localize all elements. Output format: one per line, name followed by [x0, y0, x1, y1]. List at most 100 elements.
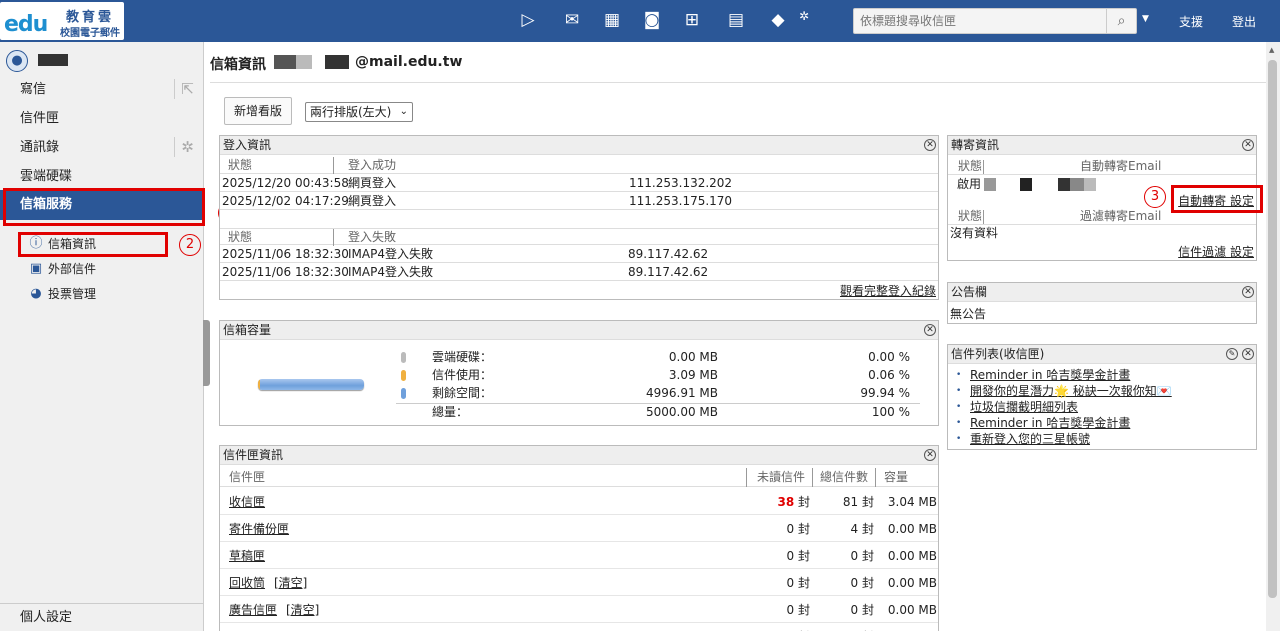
mail-filter-settings-link[interactable]: 信件過濾 設定	[1178, 243, 1254, 260]
avatar[interactable]: ●	[6, 50, 28, 72]
settings-gear-icon[interactable]: ✲	[174, 137, 194, 157]
search-icon[interactable]: ⌕	[1106, 9, 1136, 33]
capacity-label: 信件使用：	[432, 368, 493, 382]
logo[interactable]: edu 教育雲 校園電子郵件	[0, 2, 124, 40]
capacity-pct: 99.94 %	[860, 386, 910, 400]
capacity-row: 剩餘空間： 4996.91 MB 99.94 %	[396, 385, 920, 402]
new-compose-icon[interactable]: ⊞	[681, 10, 703, 30]
annotation-2: 2	[179, 234, 201, 256]
folder-name-link[interactable]: 寄件備份匣	[229, 516, 289, 542]
close-icon[interactable]: ✕	[924, 449, 936, 461]
mail-subject-link[interactable]: 垃圾信攔截明細列表	[970, 399, 1078, 415]
folder-size: 0.00 MB	[887, 603, 937, 617]
email-mask	[1058, 178, 1070, 191]
capacity-size: 4996.91 MB	[645, 386, 718, 400]
folder-row: Trash 0 封 4 封 0.01 MB	[220, 624, 938, 631]
layout-select[interactable]: 兩行排版(左大) ⌄	[305, 102, 413, 122]
search-dropdown-icon[interactable]: ▼	[1142, 14, 1149, 24]
page-scrollbar[interactable]: ▲	[1266, 42, 1280, 631]
sub-vote-manage[interactable]: ◕ 投票管理	[28, 283, 96, 305]
login-time: 2025/12/02 04:17:29	[222, 194, 349, 208]
folder-name-link[interactable]: 草稿匣	[229, 543, 265, 569]
account-email-suffix: @mail.edu.tw	[355, 54, 463, 70]
login-time: 2025/11/06 18:32:30	[222, 265, 349, 279]
add-board-button[interactable]: 新增看版	[224, 97, 292, 125]
close-icon[interactable]: ✕	[1242, 348, 1254, 360]
mail-subject-link[interactable]: Reminder in 哈吉獎學金計畫	[970, 367, 1130, 383]
mail-subject-link[interactable]: 重新登入您的三星帳號	[970, 431, 1090, 447]
edit-icon[interactable]: ✎	[1226, 348, 1238, 360]
sidebar-collapse-handle[interactable]	[203, 320, 210, 386]
col-status: 狀態	[228, 230, 253, 244]
folder-unread-unit: 封	[794, 603, 810, 617]
nav-compose-label: 寫信	[20, 82, 47, 97]
folder-row: 廣告信匣 [清空] 0 封 0 封 0.00 MB	[220, 597, 938, 623]
col-status: 狀態	[228, 158, 253, 172]
nav-personal-settings[interactable]: 個人設定	[0, 603, 204, 631]
help-link[interactable]: 支援	[1179, 13, 1203, 30]
scroll-up-icon[interactable]: ▲	[1269, 46, 1274, 54]
nav-cloud-drive[interactable]: 雲端硬碟	[0, 162, 204, 191]
nav-mailbox[interactable]: 信件匣	[0, 104, 204, 133]
col-status: 狀態	[958, 209, 983, 223]
folder-unread-count: 38	[777, 495, 795, 509]
panel-header: 信件匣資訊 ✕	[220, 446, 938, 465]
capacity-used-fill	[258, 379, 260, 390]
mail-subject-link[interactable]: Reminder in 哈吉獎學金計畫	[970, 415, 1130, 431]
drive-legend-icon	[401, 352, 406, 363]
capacity-row: 信件使用： 3.09 MB 0.06 %	[396, 367, 920, 384]
search-box: ⌕	[853, 8, 1137, 34]
tag-icon[interactable]: ◆	[767, 10, 789, 30]
login-fail-header: 狀態 登入失敗	[220, 228, 938, 246]
logo-word: edu	[4, 12, 48, 37]
close-icon[interactable]: ✕	[924, 324, 936, 336]
popout-icon[interactable]: ⇱	[174, 79, 194, 99]
folder-total: 0 封	[850, 549, 874, 563]
close-icon[interactable]: ✕	[1242, 139, 1254, 151]
annotation-3: 3	[1144, 186, 1166, 208]
gear-icon[interactable]: ✲	[797, 6, 811, 26]
login-ip: 111.253.132.202	[629, 176, 733, 190]
folder-unread-unit: 封	[794, 495, 810, 509]
capacity-table: 雲端硬碟： 0.00 MB 0.00 % 信件使用： 3.09 MB 0.06 …	[396, 349, 920, 423]
login-fail-row: 2025/11/06 18:32:30 IMAP4登入失敗 89.117.42.…	[220, 264, 938, 281]
full-login-log-link[interactable]: 觀看完整登入紀錄	[840, 282, 936, 299]
search-input[interactable]	[860, 12, 1104, 30]
scrollbar-thumb[interactable]	[1268, 60, 1277, 598]
folder-clear-link[interactable]: [清空]	[274, 570, 307, 596]
close-icon[interactable]: ✕	[1242, 286, 1254, 298]
logo-line1: 教育雲	[66, 10, 115, 25]
nav-cloud-drive-label: 雲端硬碟	[20, 169, 73, 184]
login-time: 2025/12/20 00:43:58	[222, 176, 349, 190]
folder-name-link[interactable]: 回收筒	[229, 570, 265, 596]
contacts-icon[interactable]: ◙	[641, 10, 663, 30]
vote-icon: ◕	[30, 286, 42, 301]
nav-contacts-label: 通訊錄	[20, 140, 60, 155]
capacity-row: 雲端硬碟： 0.00 MB 0.00 %	[396, 349, 920, 366]
bulletin-panel: 公告欄 ✕ 無公告	[947, 282, 1257, 324]
folder-name-link[interactable]: Trash	[229, 624, 261, 631]
send-icon[interactable]: ▷	[517, 10, 539, 30]
col-divider	[983, 210, 984, 224]
folder-table-header: 信件匣 未讀信件 總信件數 容量	[220, 468, 938, 487]
sub-external-mail[interactable]: ▣ 外部信件	[28, 258, 96, 280]
close-icon[interactable]: ✕	[924, 139, 936, 151]
folder-total: 4 封	[851, 624, 874, 631]
col-unread: 未讀信件	[746, 468, 805, 487]
nav-contacts[interactable]: 通訊錄 ✲	[0, 133, 204, 162]
login-time: 2025/11/06 18:32:30	[222, 247, 349, 261]
capacity-pct: 0.00 %	[868, 350, 910, 364]
calendar-icon[interactable]: ▦	[601, 10, 623, 30]
folder-name-link[interactable]: 廣告信匣	[229, 597, 277, 623]
folder-clear-link[interactable]: [清空]	[286, 597, 319, 623]
mail-subject-link[interactable]: 開發你的星潛力🌟 秘訣一次報你知💌	[970, 383, 1172, 399]
folder-size: 0.00 MB	[887, 522, 937, 536]
nav-compose[interactable]: 寫信 ⇱	[0, 75, 204, 104]
mail-icon[interactable]: ✉	[561, 10, 583, 30]
folder-name-link[interactable]: 收信匣	[229, 489, 265, 515]
notes-icon[interactable]: ▤	[725, 10, 747, 30]
login-ip: 89.117.42.62	[628, 265, 709, 279]
login-type: 網頁登入	[348, 194, 397, 208]
folder-size: 0.00 MB	[887, 576, 937, 590]
logout-link[interactable]: 登出	[1232, 13, 1256, 30]
